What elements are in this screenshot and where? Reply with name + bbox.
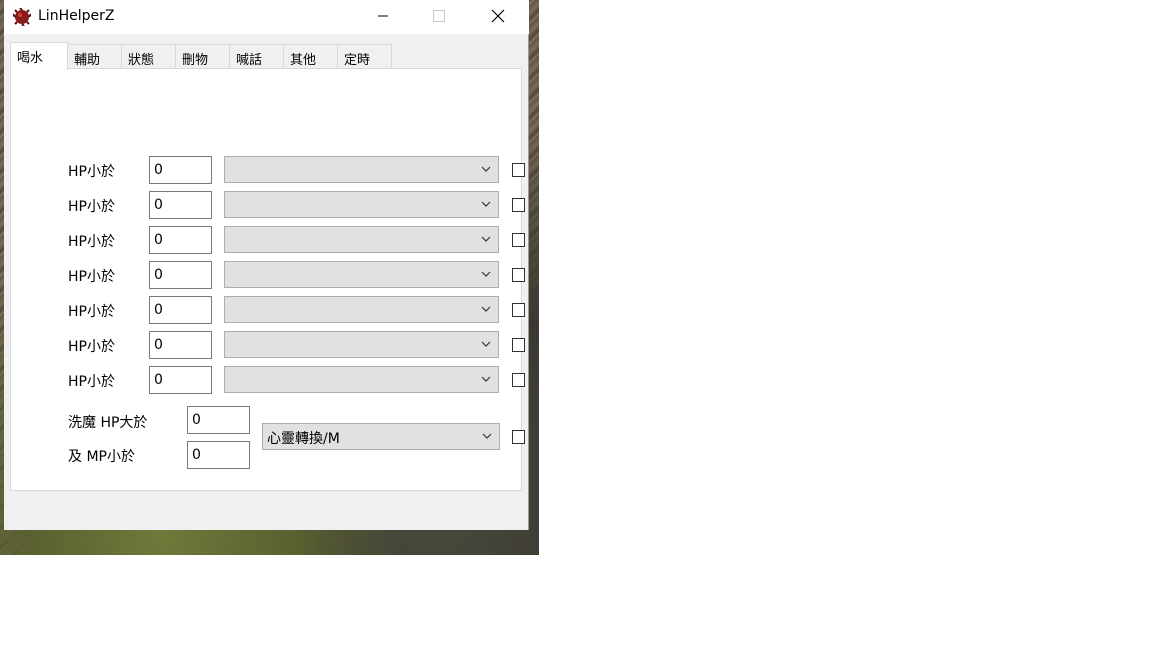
- tab-other[interactable]: 其他: [283, 44, 338, 69]
- mana-convert-enable-checkbox[interactable]: [512, 430, 525, 444]
- minimize-button[interactable]: [360, 0, 406, 32]
- hp-rule-enable-checkbox[interactable]: [512, 373, 525, 387]
- potion-select[interactable]: [224, 226, 499, 253]
- hp-threshold-input[interactable]: [149, 261, 212, 289]
- mana-convert-mp-label: 及 MP小於: [68, 449, 135, 465]
- hp-threshold-label: HP小於: [68, 269, 115, 285]
- hp-rule-enable-checkbox[interactable]: [512, 198, 525, 212]
- hp-rule-enable-checkbox[interactable]: [512, 303, 525, 317]
- title-bar[interactable]: LinHelperZ: [4, 0, 529, 34]
- tab-drink[interactable]: 喝水: [10, 42, 68, 70]
- chevron-down-icon: [481, 236, 491, 242]
- hp-threshold-label: HP小於: [68, 164, 115, 180]
- hp-threshold-label: HP小於: [68, 339, 115, 355]
- hp-threshold-input[interactable]: [149, 156, 212, 184]
- tab-delete-items[interactable]: 刪物: [175, 44, 230, 69]
- tab-shout[interactable]: 喊話: [229, 44, 284, 69]
- tab-assist[interactable]: 輔助: [67, 44, 122, 69]
- potion-select[interactable]: [224, 366, 499, 393]
- mana-convert-hp-label: 洗魔 HP大於: [68, 415, 148, 431]
- hp-threshold-label: HP小於: [68, 199, 115, 215]
- tab-status[interactable]: 狀態: [121, 44, 176, 69]
- hp-threshold-input[interactable]: [149, 296, 212, 324]
- hp-rule-enable-checkbox[interactable]: [512, 163, 525, 177]
- close-icon: [491, 9, 505, 23]
- chevron-down-icon: [481, 306, 491, 312]
- tab-timer[interactable]: 定時: [337, 44, 392, 69]
- chevron-down-icon: [481, 341, 491, 347]
- tab-label: 喝水: [17, 51, 44, 66]
- maximize-icon: [433, 10, 445, 22]
- tab-label: 喊話: [236, 53, 263, 68]
- skill-select-value: 心靈轉換/M: [267, 431, 340, 447]
- mana-convert-hp-input[interactable]: [187, 406, 250, 434]
- hp-threshold-input[interactable]: [149, 191, 212, 219]
- potion-select[interactable]: [224, 261, 499, 288]
- mana-convert-skill-select[interactable]: 心靈轉換/M: [262, 423, 500, 450]
- chevron-down-icon: [482, 433, 492, 439]
- tab-label: 其他: [290, 53, 317, 68]
- hp-threshold-label: HP小於: [68, 374, 115, 390]
- app-logo-icon: [13, 8, 31, 26]
- mana-convert-mp-input[interactable]: [187, 441, 250, 469]
- chevron-down-icon: [481, 376, 491, 382]
- hp-rule-enable-checkbox[interactable]: [512, 338, 525, 352]
- potion-select[interactable]: [224, 156, 499, 183]
- chevron-down-icon: [481, 201, 491, 207]
- window-title: LinHelperZ: [38, 8, 115, 24]
- tab-label: 刪物: [182, 53, 209, 68]
- tab-label: 狀態: [128, 53, 155, 68]
- hp-rule-enable-checkbox[interactable]: [512, 233, 525, 247]
- hp-threshold-input[interactable]: [149, 226, 212, 254]
- app-window: LinHelperZ 喝水 輔助 狀態 刪物 喊話 其他 定時 HP小於 HP小…: [4, 0, 529, 530]
- tab-label: 輔助: [74, 53, 101, 68]
- chevron-down-icon: [481, 166, 491, 172]
- potion-select[interactable]: [224, 296, 499, 323]
- potion-select[interactable]: [224, 331, 499, 358]
- close-button[interactable]: [475, 0, 521, 32]
- hp-threshold-input[interactable]: [149, 366, 212, 394]
- hp-threshold-input[interactable]: [149, 331, 212, 359]
- hp-rule-enable-checkbox[interactable]: [512, 268, 525, 282]
- maximize-button[interactable]: [416, 0, 462, 32]
- tab-label: 定時: [344, 53, 371, 68]
- chevron-down-icon: [481, 271, 491, 277]
- potion-select[interactable]: [224, 191, 499, 218]
- hp-threshold-label: HP小於: [68, 304, 115, 320]
- minimize-icon: [378, 15, 388, 17]
- hp-threshold-label: HP小於: [68, 234, 115, 250]
